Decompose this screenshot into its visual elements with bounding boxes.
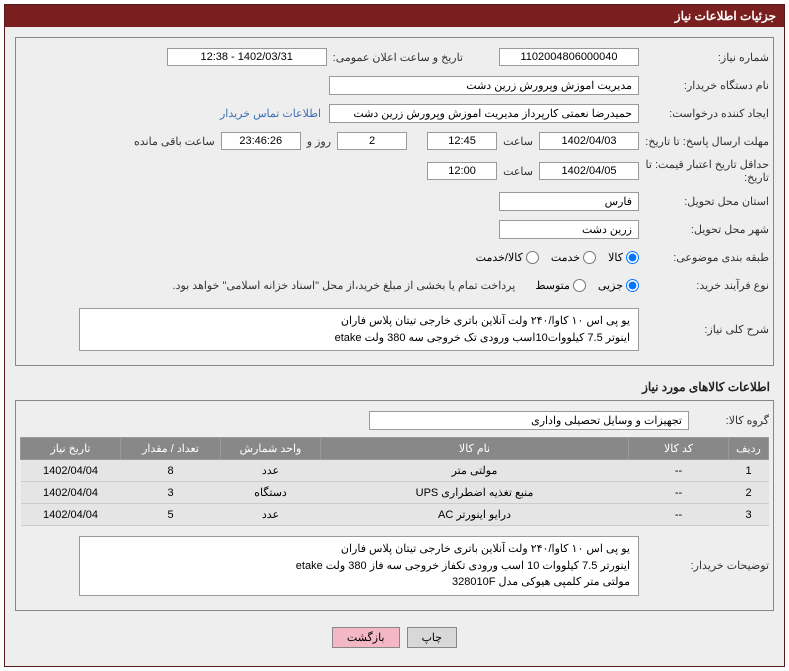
reply-deadline-label: مهلت ارسال پاسخ: تا تاریخ: — [639, 135, 769, 148]
time-label-1: ساعت — [497, 135, 539, 148]
requester-field: حمیدرضا نعمتی کارپرداز مدیریت اموزش وپرو… — [329, 104, 639, 123]
panel-title: جزئیات اطلاعات نیاز — [5, 5, 784, 27]
table-row: 1 -- مولتی متر عدد 8 1402/04/04 — [21, 460, 769, 482]
days-count-field: 2 — [337, 132, 407, 150]
radio-small-label: جزیی — [598, 279, 623, 292]
th-name: نام کالا — [321, 438, 629, 460]
announce-label: تاریخ و ساعت اعلان عمومی: — [327, 51, 469, 64]
cell-date: 1402/04/04 — [21, 504, 121, 526]
summary-label: شرح کلی نیاز: — [639, 323, 769, 336]
items-section-title: اطلاعات کالاهای مورد نیاز — [15, 374, 774, 400]
cell-name: درایو اینورتر AC — [321, 504, 629, 526]
cell-code: -- — [629, 504, 729, 526]
cell-qty: 3 — [121, 482, 221, 504]
announce-field: 1402/03/31 - 12:38 — [167, 48, 327, 66]
province-label: استان محل تحویل: — [639, 195, 769, 208]
requester-label: ایجاد کننده درخواست: — [639, 107, 769, 120]
province-field: فارس — [499, 192, 639, 211]
cell-name: مولتی متر — [321, 460, 629, 482]
radio-medium[interactable]: متوسط — [535, 279, 586, 292]
price-valid-time-field: 12:00 — [427, 162, 497, 180]
group-field: تجهیزات و وسایل تحصیلی واداری — [369, 411, 689, 430]
time-label-2: ساعت — [497, 165, 539, 178]
buyer-org-label: نام دستگاه خریدار: — [639, 79, 769, 92]
cell-idx: 2 — [729, 482, 769, 504]
radio-goods[interactable]: کالا — [608, 251, 639, 264]
cell-unit: دستگاه — [221, 482, 321, 504]
back-button[interactable]: بازگشت — [332, 627, 400, 648]
cell-unit: عدد — [221, 460, 321, 482]
radio-goods-label: کالا — [608, 251, 623, 264]
cell-qty: 8 — [121, 460, 221, 482]
items-frame: گروه کالا: تجهیزات و وسایل تحصیلی واداری… — [15, 400, 774, 611]
group-label: گروه کالا: — [689, 414, 769, 427]
need-number-label: شماره نیاز: — [639, 51, 769, 64]
summary-line2: اینوتر 7.5 کیلووات10اسب ورودی تک خروجی س… — [88, 330, 630, 347]
category-radio-group: کالا خدمت کالا/خدمت — [476, 251, 639, 264]
th-code: کد کالا — [629, 438, 729, 460]
summary-line1: یو پی اس ۱۰ کاوا/۲۴۰ ولت آنلاین باتری خا… — [88, 313, 630, 330]
th-unit: واحد شمارش — [221, 438, 321, 460]
purchase-type-label: نوع فرآیند خرید: — [639, 279, 769, 292]
cell-name: منبع تغذیه اضطراری UPS — [321, 482, 629, 504]
price-valid-label: حداقل تاریخ اعتبار قیمت: تا تاریخ: — [639, 158, 769, 184]
cell-code: -- — [629, 482, 729, 504]
cell-unit: عدد — [221, 504, 321, 526]
cell-idx: 1 — [729, 460, 769, 482]
radio-service[interactable]: خدمت — [551, 251, 596, 264]
cell-idx: 3 — [729, 504, 769, 526]
remaining-label: ساعت باقی مانده — [128, 135, 221, 148]
cell-date: 1402/04/04 — [21, 482, 121, 504]
print-button[interactable]: چاپ — [407, 627, 458, 648]
items-table: ردیف کد کالا نام کالا واحد شمارش تعداد /… — [20, 437, 769, 526]
radio-both-label: کالا/خدمت — [476, 251, 523, 264]
panel-body: شماره نیاز: 1102004806000040 تاریخ و ساع… — [5, 27, 784, 666]
detail-panel: جزئیات اطلاعات نیاز شماره نیاز: 11020048… — [4, 4, 785, 667]
buyer-notes-label: توضیحات خریدار: — [639, 559, 769, 572]
th-date: تاریخ نیاز — [21, 438, 121, 460]
category-label: طبقه بندی موضوعی: — [639, 251, 769, 264]
purchase-type-radio-group: جزیی متوسط — [535, 279, 639, 292]
days-and-label: روز و — [301, 135, 337, 148]
buyer-org-field: مدیریت اموزش وپرورش زرین دشت — [329, 76, 639, 95]
need-number-field: 1102004806000040 — [499, 48, 639, 66]
th-qty: تعداد / مقدار — [121, 438, 221, 460]
radio-small[interactable]: جزیی — [598, 279, 639, 292]
buyer-contact-link[interactable]: اطلاعات تماس خریدار — [220, 107, 321, 120]
table-row: 3 -- درایو اینورتر AC عدد 5 1402/04/04 — [21, 504, 769, 526]
price-valid-date-field: 1402/04/05 — [539, 162, 639, 180]
radio-service-label: خدمت — [551, 251, 580, 264]
countdown-field: 23:46:26 — [221, 132, 301, 150]
city-label: شهر محل تحویل: — [639, 223, 769, 236]
cell-code: -- — [629, 460, 729, 482]
notes-line3: مولتی متر کلمپی هیوکی مدل 328010F — [88, 574, 630, 591]
reply-time-field: 12:45 — [427, 132, 497, 150]
summary-field: یو پی اس ۱۰ کاوا/۲۴۰ ولت آنلاین باتری خا… — [79, 308, 639, 351]
buyer-notes-field: یو پی اس ۱۰ کاوا/۲۴۰ ولت آنلاین باتری خا… — [79, 536, 639, 596]
city-field: زرین دشت — [499, 220, 639, 239]
radio-both[interactable]: کالا/خدمت — [476, 251, 539, 264]
table-row: 2 -- منبع تغذیه اضطراری UPS دستگاه 3 140… — [21, 482, 769, 504]
payment-note: پرداخت تمام یا بخشی از مبلغ خرید،از محل … — [173, 279, 516, 292]
main-info-frame: شماره نیاز: 1102004806000040 تاریخ و ساع… — [15, 37, 774, 366]
notes-line1: یو پی اس ۱۰ کاوا/۲۴۰ ولت آنلاین باتری خا… — [88, 541, 630, 558]
reply-date-field: 1402/04/03 — [539, 132, 639, 150]
cell-qty: 5 — [121, 504, 221, 526]
th-idx: ردیف — [729, 438, 769, 460]
cell-date: 1402/04/04 — [21, 460, 121, 482]
notes-line2: اینورتر 7.5 کیلووات 10 اسب ورودی تکفاز خ… — [88, 558, 630, 575]
radio-medium-label: متوسط — [535, 279, 570, 292]
button-bar: چاپ بازگشت — [15, 619, 774, 656]
